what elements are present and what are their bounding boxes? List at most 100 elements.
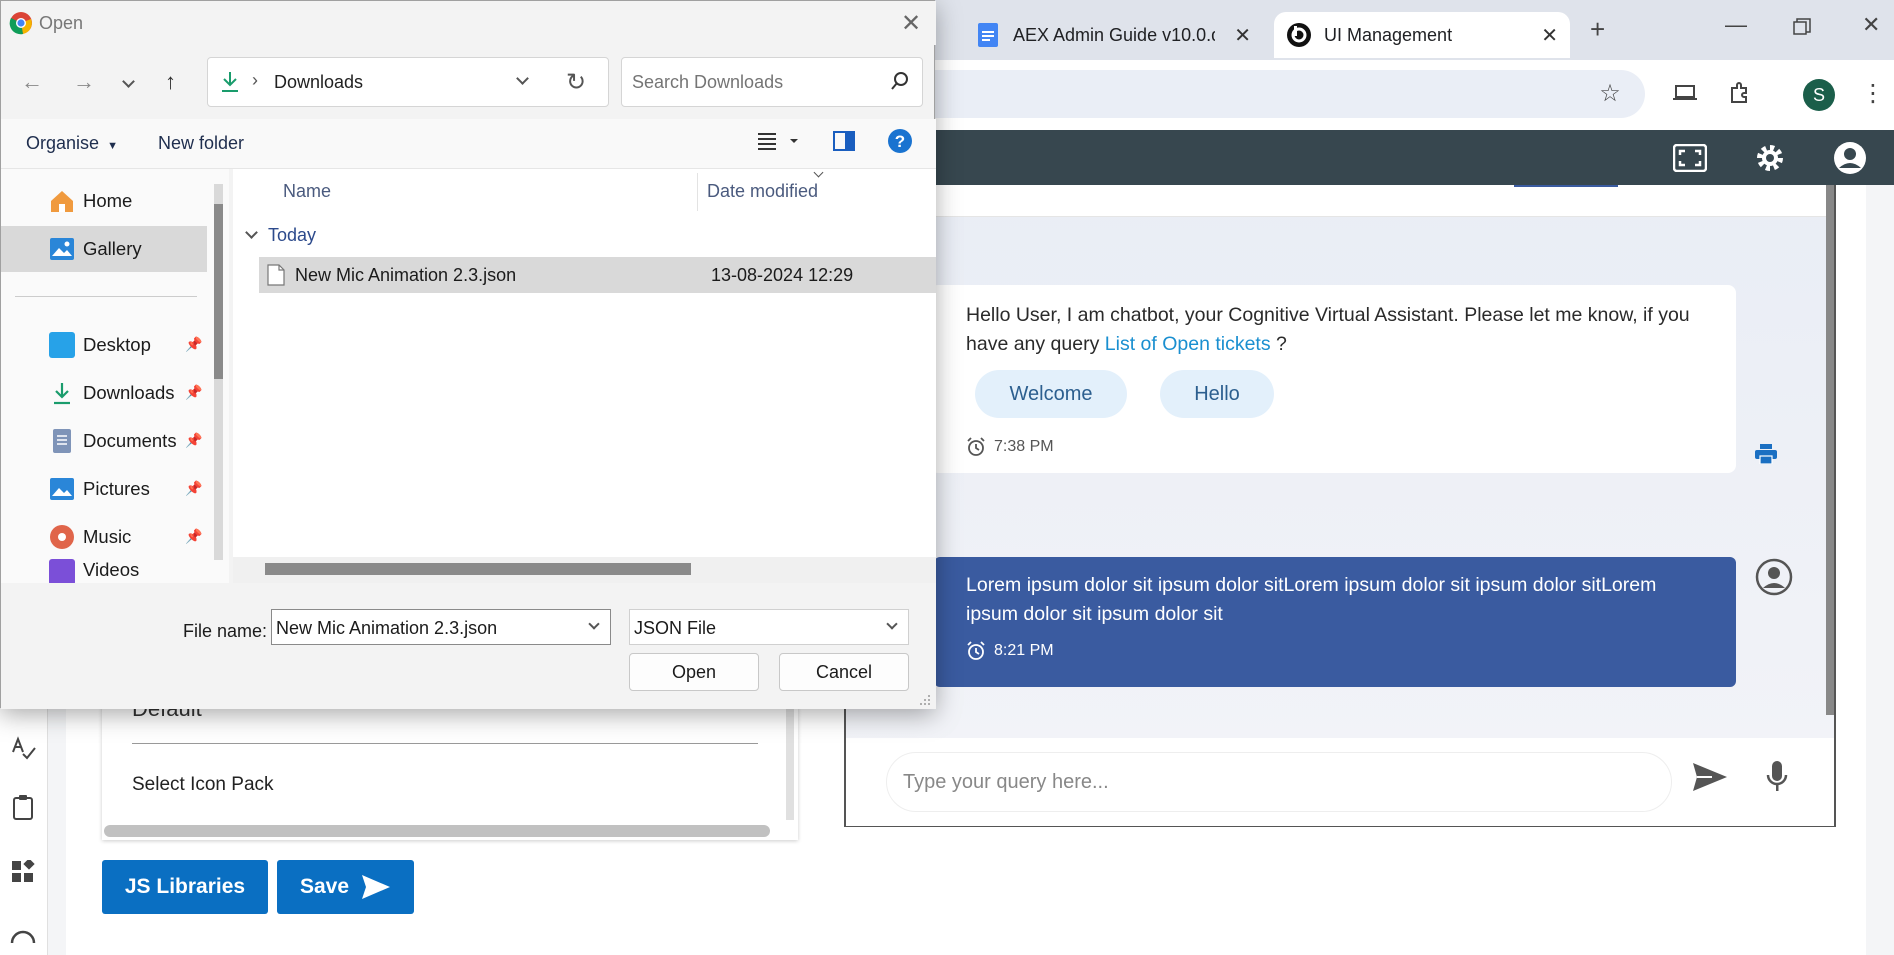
file-name-field[interactable]: New Mic Animation 2.3.json xyxy=(271,609,611,645)
videos-icon xyxy=(49,559,75,583)
address-dropdown-icon[interactable] xyxy=(516,72,529,85)
chat-scrollbar[interactable] xyxy=(1826,185,1834,715)
clipboard-icon[interactable] xyxy=(6,790,40,824)
js-libraries-button[interactable]: JS Libraries xyxy=(102,860,268,914)
close-window-icon[interactable]: ✕ xyxy=(1862,12,1880,38)
settings-gear-icon[interactable] xyxy=(1750,138,1790,178)
back-arrow-icon[interactable]: ← xyxy=(21,69,43,95)
file-pane-horizontal-scrollbar[interactable] xyxy=(265,563,691,575)
nav-item-documents[interactable]: Documents 📌 xyxy=(1,418,207,464)
pictures-icon xyxy=(49,476,75,502)
nav-item-gallery[interactable]: Gallery xyxy=(1,226,207,272)
account-icon[interactable] xyxy=(1830,138,1870,178)
refresh-icon[interactable]: ↻ xyxy=(566,68,586,97)
pin-icon[interactable]: 📌 xyxy=(185,480,202,497)
cast-icon[interactable] xyxy=(1668,76,1702,110)
open-tickets-link[interactable]: List of Open tickets xyxy=(1105,333,1271,355)
cancel-button[interactable]: Cancel xyxy=(779,653,909,691)
chrome-icon xyxy=(9,11,33,40)
preview-pane-icon[interactable] xyxy=(833,131,855,156)
minimize-icon[interactable]: — xyxy=(1725,12,1747,38)
address-bar[interactable] xyxy=(930,70,1645,118)
extensions-icon[interactable] xyxy=(1723,76,1757,110)
search-box[interactable] xyxy=(621,57,923,107)
docs-icon xyxy=(975,22,1001,48)
dialog-nav-row: ← → ↑ › Downloads ↻ xyxy=(1,45,936,119)
speed-icon[interactable] xyxy=(6,920,40,954)
forward-arrow-icon[interactable]: → xyxy=(73,69,95,95)
microphone-icon[interactable] xyxy=(1766,760,1788,799)
file-icon xyxy=(267,264,285,286)
card-horizontal-scrollbar[interactable] xyxy=(104,825,770,837)
save-label: Save xyxy=(299,875,350,898)
bot-time: 7:38 PM xyxy=(994,438,1054,455)
nav-item-home[interactable]: Home xyxy=(1,178,207,224)
js-libraries-label: JS Libraries xyxy=(124,875,246,898)
nav-item-pictures[interactable]: Pictures 📌 xyxy=(1,466,207,512)
hello-chip[interactable]: Hello xyxy=(1160,370,1274,418)
up-arrow-icon[interactable]: ↑ xyxy=(165,69,176,95)
search-icon[interactable] xyxy=(890,71,910,96)
organise-label: Organise xyxy=(26,133,100,153)
search-input[interactable] xyxy=(632,70,872,94)
nav-item-downloads[interactable]: Downloads 📌 xyxy=(1,370,207,416)
chat-input[interactable]: Type your query here... xyxy=(886,752,1672,812)
close-tab-icon[interactable]: ✕ xyxy=(1541,23,1558,48)
tab-ui-management[interactable]: UI Management ✕ xyxy=(1274,12,1570,58)
nav-label: Videos xyxy=(83,559,140,580)
pin-icon[interactable]: 📌 xyxy=(185,384,202,401)
breadcrumb-separator-icon: › xyxy=(252,70,258,90)
more-menu-icon[interactable]: ⋮ xyxy=(1856,76,1890,110)
group-header-today[interactable]: Today xyxy=(245,225,316,246)
file-name-dropdown-icon[interactable] xyxy=(588,618,600,630)
help-icon[interactable]: ? xyxy=(887,128,913,159)
address-box[interactable]: › Downloads ↻ xyxy=(207,57,609,107)
resize-grip-icon[interactable] xyxy=(919,693,931,711)
nav-pane-scrollbar[interactable] xyxy=(214,184,223,560)
new-tab-icon[interactable]: + xyxy=(1590,14,1605,45)
nav-item-videos[interactable]: Videos xyxy=(1,559,207,583)
pin-icon[interactable]: 📌 xyxy=(185,432,202,449)
chat-input-bar: Type your query here... xyxy=(846,738,1834,826)
chat-top-strip xyxy=(930,185,1830,217)
profile-avatar[interactable]: S xyxy=(1803,79,1835,111)
organise-menu[interactable]: Organise ▼ xyxy=(26,133,118,154)
widgets-icon[interactable] xyxy=(6,855,40,889)
user-time: 8:21 PM xyxy=(994,642,1054,659)
welcome-chip[interactable]: Welcome xyxy=(975,370,1127,418)
sort-indicator-icon xyxy=(813,167,824,178)
view-options-icon[interactable] xyxy=(756,129,802,158)
dialog-footer: File name: New Mic Animation 2.3.json JS… xyxy=(1,583,936,709)
tab-admin-guide[interactable]: AEX Admin Guide v10.0.d ✕ xyxy=(963,12,1263,58)
nav-item-music[interactable]: Music 📌 xyxy=(1,514,207,560)
file-date: 13-08-2024 12:29 xyxy=(711,264,854,285)
print-icon[interactable] xyxy=(1755,444,1777,469)
pin-icon[interactable]: 📌 xyxy=(185,336,202,353)
close-tab-icon[interactable]: ✕ xyxy=(1234,23,1251,48)
icon-pack-label: Select Icon Pack xyxy=(132,774,274,795)
open-button[interactable]: Open xyxy=(629,653,759,691)
send-icon[interactable] xyxy=(1692,762,1728,797)
spellcheck-icon[interactable] xyxy=(6,730,40,764)
download-icon xyxy=(220,71,240,98)
column-header-date[interactable]: Date modified xyxy=(707,181,818,202)
file-type-dropdown-icon[interactable] xyxy=(886,618,898,630)
file-type-select[interactable]: JSON File xyxy=(629,609,909,645)
save-button[interactable]: Save xyxy=(277,860,414,914)
restore-icon[interactable] xyxy=(1793,16,1811,42)
star-icon[interactable]: ☆ xyxy=(1593,76,1627,110)
recent-locations-icon[interactable] xyxy=(122,75,135,88)
bot-message: Hello User, I am chatbot, your Cognitive… xyxy=(930,285,1736,473)
file-row[interactable]: New Mic Animation 2.3.json 13-08-2024 12… xyxy=(259,257,936,293)
close-dialog-icon[interactable]: ✕ xyxy=(901,9,921,38)
nav-item-desktop[interactable]: Desktop 📌 xyxy=(1,322,207,368)
nav-pane-scrollbar-thumb[interactable] xyxy=(214,204,223,379)
pin-icon[interactable]: 📌 xyxy=(185,528,202,545)
nav-label: Desktop xyxy=(83,334,151,355)
new-folder-button[interactable]: New folder xyxy=(158,133,244,154)
tab-title: UI Management xyxy=(1324,24,1453,45)
column-header-name[interactable]: Name xyxy=(283,181,331,202)
nav-label: Pictures xyxy=(83,478,150,499)
fullscreen-icon[interactable] xyxy=(1670,138,1710,178)
home-icon xyxy=(49,188,75,214)
